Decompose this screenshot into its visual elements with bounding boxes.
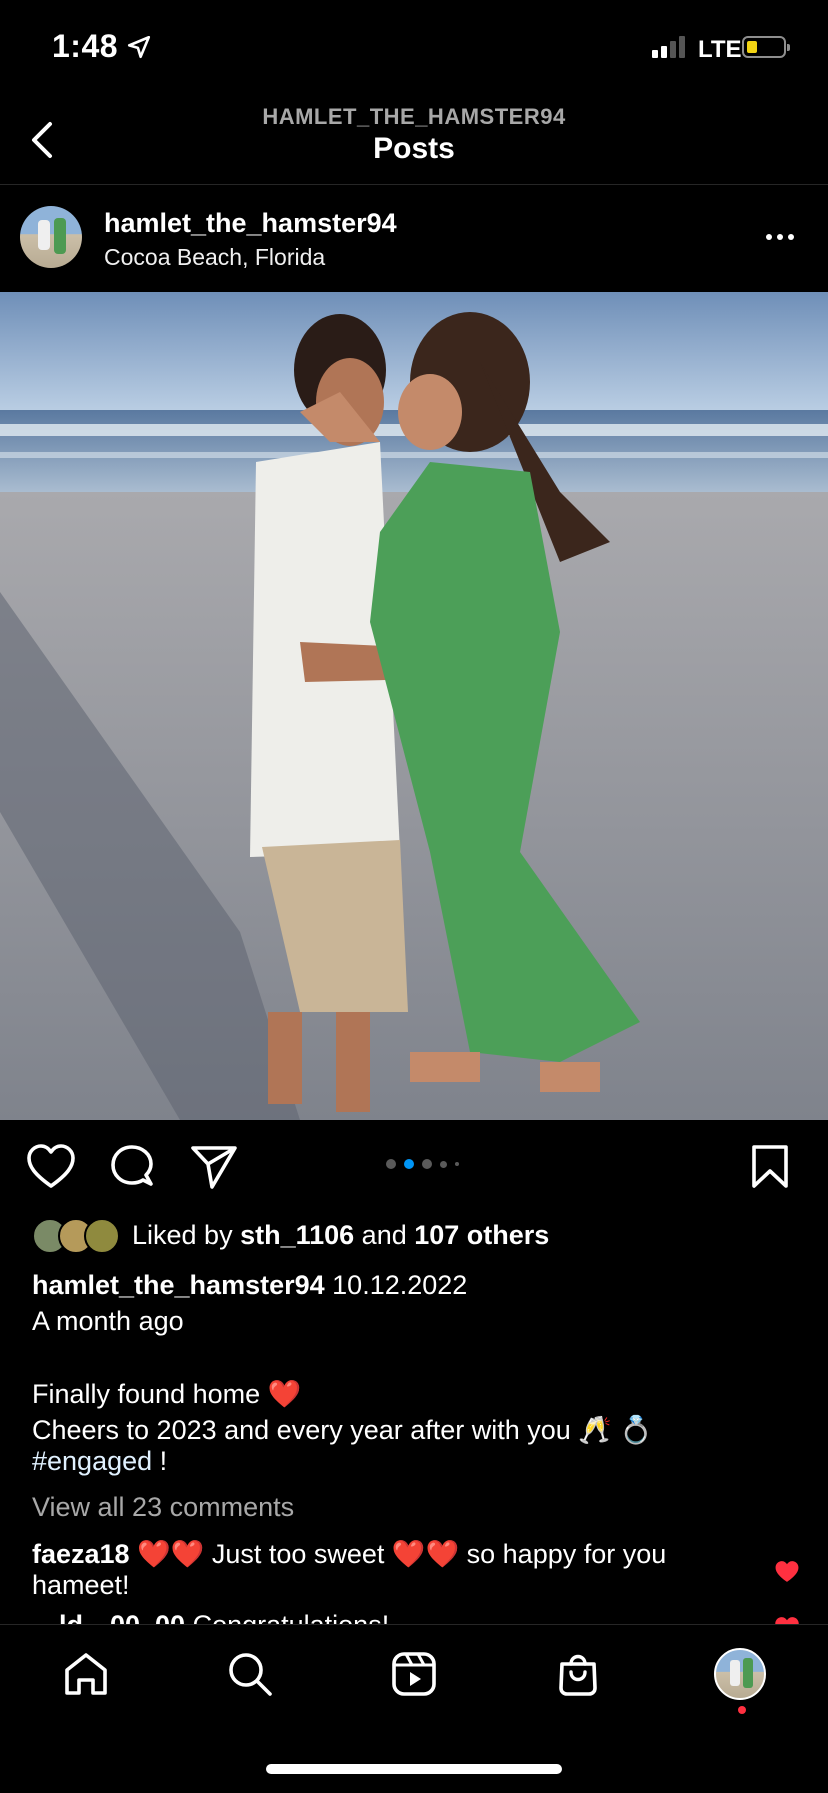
like-heart-icon[interactable] bbox=[26, 1144, 76, 1190]
more-options-icon[interactable] bbox=[766, 234, 794, 240]
network-type: LTE bbox=[698, 36, 742, 63]
comment-1-username[interactable]: faeza18 bbox=[32, 1539, 130, 1569]
comment-icon[interactable] bbox=[108, 1144, 156, 1192]
likes-others[interactable]: 107 others bbox=[414, 1220, 549, 1250]
post-location[interactable]: Cocoa Beach, Florida bbox=[104, 244, 325, 271]
bookmark-icon[interactable] bbox=[750, 1144, 790, 1190]
caption-header: hamlet_the_hamster94 10.12.2022 bbox=[32, 1270, 467, 1301]
page-title: Posts bbox=[373, 132, 455, 165]
caption-line-2: Finally found home ❤️ bbox=[32, 1379, 302, 1409]
comment-1-line-a: faeza18 ❤️❤️ Just too sweet ❤️❤️ so happ… bbox=[32, 1538, 666, 1570]
comment-1-like-heart-icon[interactable] bbox=[774, 1560, 800, 1584]
liker-avatars[interactable] bbox=[32, 1218, 124, 1254]
shopping-bag-icon[interactable] bbox=[554, 1650, 602, 1698]
comment-2-line: …ld…00_00 Congratulations! bbox=[32, 1610, 389, 1624]
view-all-comments-link[interactable]: View all 23 comments bbox=[32, 1492, 294, 1523]
search-icon[interactable] bbox=[226, 1650, 274, 1698]
status-time: 1:48 bbox=[52, 28, 119, 64]
caption-hashtag-line: #engaged ! bbox=[32, 1446, 167, 1477]
comment-2-like-heart-icon[interactable] bbox=[774, 1616, 800, 1624]
likes-summary[interactable]: Liked by sth_1106 and 107 others bbox=[132, 1220, 549, 1251]
battery-icon bbox=[742, 36, 790, 58]
home-indicator[interactable] bbox=[266, 1764, 562, 1774]
reels-icon[interactable] bbox=[390, 1650, 438, 1698]
hashtag-suffix: ! bbox=[152, 1446, 168, 1476]
nav-subtitle: HAMLET_THE_HAMSTER94 bbox=[262, 104, 566, 129]
caption-line-3: Cheers to 2023 and every year after with… bbox=[32, 1415, 654, 1445]
caption-line-1: A month ago bbox=[32, 1306, 184, 1336]
caption-date: 10.12.2022 bbox=[332, 1270, 468, 1300]
profile-notification-dot bbox=[738, 1706, 746, 1714]
comment-2-text: Congratulations! bbox=[185, 1610, 390, 1624]
post-author-avatar[interactable] bbox=[20, 206, 82, 268]
comment-2-username[interactable]: …ld…00_00 bbox=[32, 1610, 185, 1624]
hashtag-link[interactable]: #engaged bbox=[32, 1446, 152, 1476]
share-paper-plane-icon[interactable] bbox=[190, 1144, 238, 1190]
comment-1-line-b: hameet! bbox=[32, 1570, 130, 1600]
likes-middle: and bbox=[354, 1220, 415, 1250]
liker-username[interactable]: sth_1106 bbox=[240, 1220, 354, 1250]
post-author-username[interactable]: hamlet_the_hamster94 bbox=[104, 208, 397, 239]
home-icon[interactable] bbox=[62, 1650, 110, 1698]
likes-prefix: Liked by bbox=[132, 1220, 241, 1250]
location-arrow-icon bbox=[127, 35, 151, 59]
profile-tab-avatar[interactable] bbox=[714, 1648, 766, 1700]
header-divider bbox=[0, 184, 828, 185]
caption-username[interactable]: hamlet_the_hamster94 bbox=[32, 1270, 325, 1300]
comment-1-text: ❤️❤️ Just too sweet ❤️❤️ so happy for yo… bbox=[129, 1539, 667, 1569]
post-photo[interactable] bbox=[0, 292, 828, 1120]
carousel-indicator bbox=[386, 1159, 459, 1169]
cellular-signal-icon bbox=[652, 36, 685, 58]
